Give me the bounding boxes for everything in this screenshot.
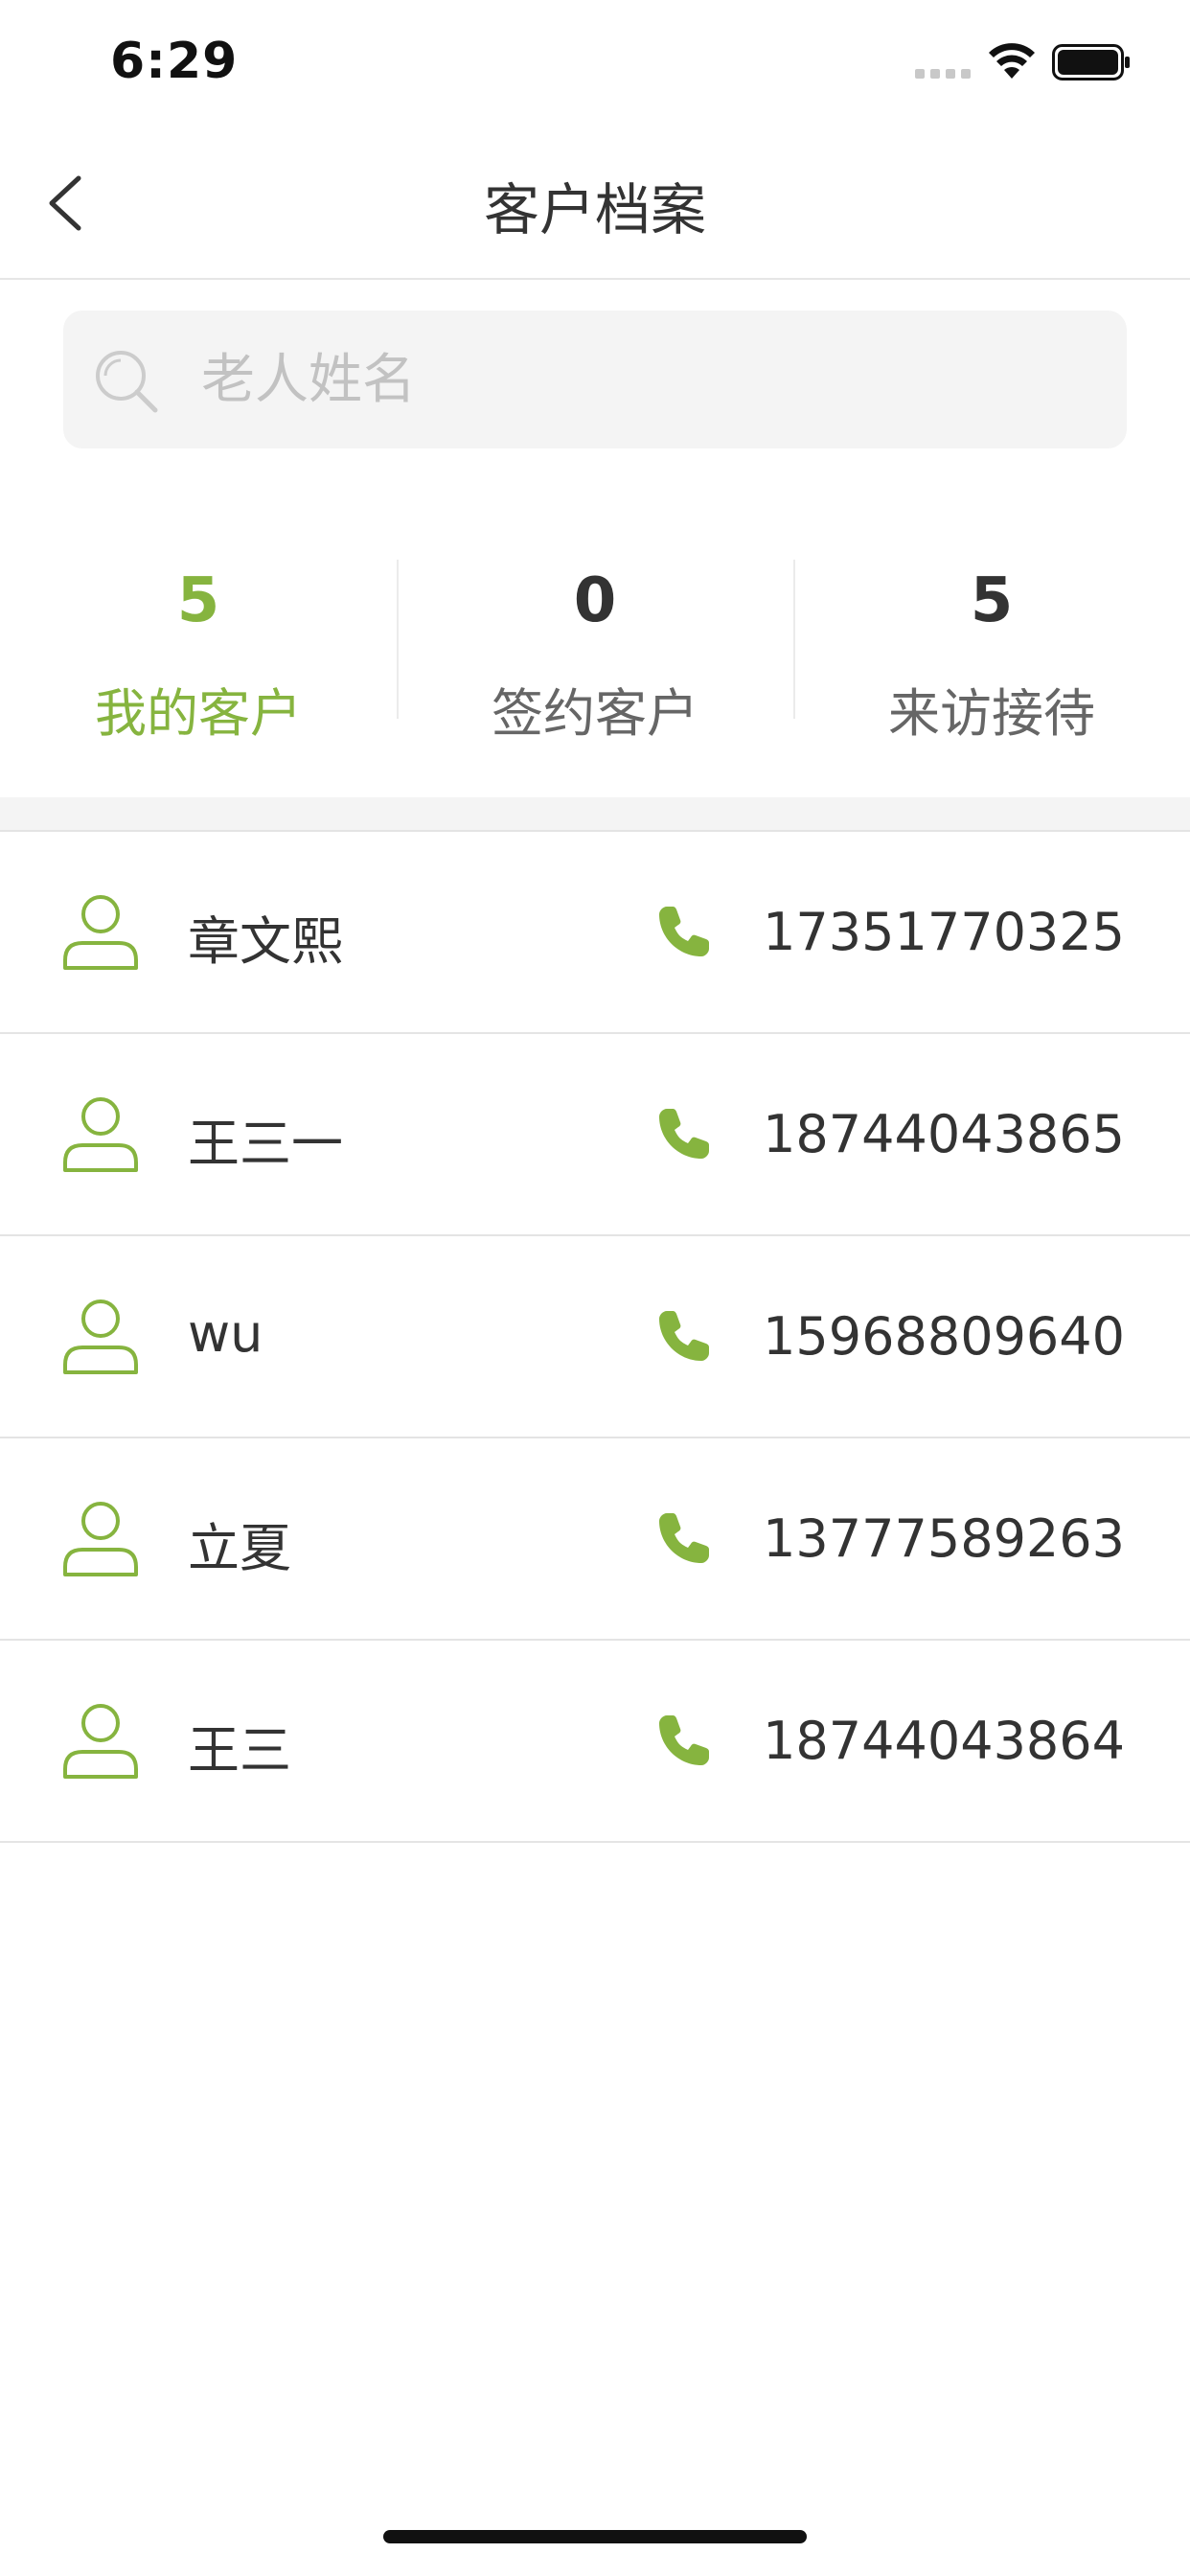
stat-visit-reception[interactable]: 5 来访接待 [793, 537, 1190, 776]
status-time: 6:29 [110, 33, 239, 90]
search-icon [96, 351, 158, 413]
status-bar: 6:29 [0, 0, 1190, 126]
customer-name: 王三 [188, 1720, 291, 1781]
customer-list: 章文熙 17351770325 王三一 18744043865 wu 15968… [0, 832, 1190, 1843]
search-box[interactable] [63, 310, 1127, 448]
customer-name: 立夏 [188, 1518, 291, 1578]
list-item[interactable]: 立夏 13777589263 [0, 1438, 1190, 1641]
customer-name: wu [188, 1303, 263, 1364]
battery-icon [1052, 44, 1130, 80]
list-item[interactable]: wu 15968809640 [0, 1236, 1190, 1438]
stat-label: 我的客户 [95, 683, 302, 744]
stats-bar: 5 我的客户 0 签约客户 5 来访接待 [0, 537, 1190, 776]
phone-call-button[interactable]: 17351770325 [655, 891, 1125, 972]
user-icon [63, 1300, 138, 1374]
stat-signed-customers[interactable]: 0 签约客户 [397, 537, 793, 776]
phone-call-button[interactable]: 18744043864 [655, 1700, 1125, 1781]
phone-icon [659, 1513, 710, 1563]
stat-value: 5 [970, 565, 1014, 636]
customer-name: 章文熙 [188, 911, 343, 972]
phone-icon [659, 1715, 710, 1765]
list-item[interactable]: 王三一 18744043865 [0, 1034, 1190, 1236]
search-input[interactable] [201, 332, 1102, 427]
phone-icon [659, 1311, 710, 1361]
phone-call-button[interactable]: 18744043865 [655, 1093, 1125, 1174]
section-divider [0, 797, 1190, 832]
signal-icon [915, 69, 971, 79]
phone-call-button[interactable]: 15968809640 [655, 1296, 1125, 1376]
user-icon [63, 895, 138, 970]
phone-icon [659, 1109, 710, 1159]
phone-icon [659, 907, 710, 956]
user-icon [63, 1704, 138, 1779]
phone-number: 18744043865 [763, 1103, 1125, 1164]
phone-number: 13777589263 [763, 1507, 1125, 1569]
phone-number: 18744043864 [763, 1710, 1125, 1771]
list-item[interactable]: 章文熙 17351770325 [0, 832, 1190, 1034]
phone-number: 17351770325 [763, 901, 1125, 962]
phone-number: 15968809640 [763, 1305, 1125, 1367]
wifi-icon [989, 43, 1035, 79]
phone-call-button[interactable]: 13777589263 [655, 1498, 1125, 1578]
stat-value: 5 [176, 565, 220, 636]
stat-label: 来访接待 [888, 683, 1095, 744]
user-icon [63, 1502, 138, 1576]
stat-label: 签约客户 [492, 683, 698, 744]
customer-name: 王三一 [188, 1114, 343, 1174]
page-title: 客户档案 [483, 177, 706, 242]
list-item[interactable]: 王三 18744043864 [0, 1641, 1190, 1843]
stat-value: 0 [573, 565, 617, 636]
stat-my-customers[interactable]: 5 我的客户 [0, 537, 397, 776]
user-icon [63, 1097, 138, 1172]
nav-bar: 客户档案 [0, 126, 1190, 280]
home-indicator[interactable] [383, 2530, 807, 2543]
